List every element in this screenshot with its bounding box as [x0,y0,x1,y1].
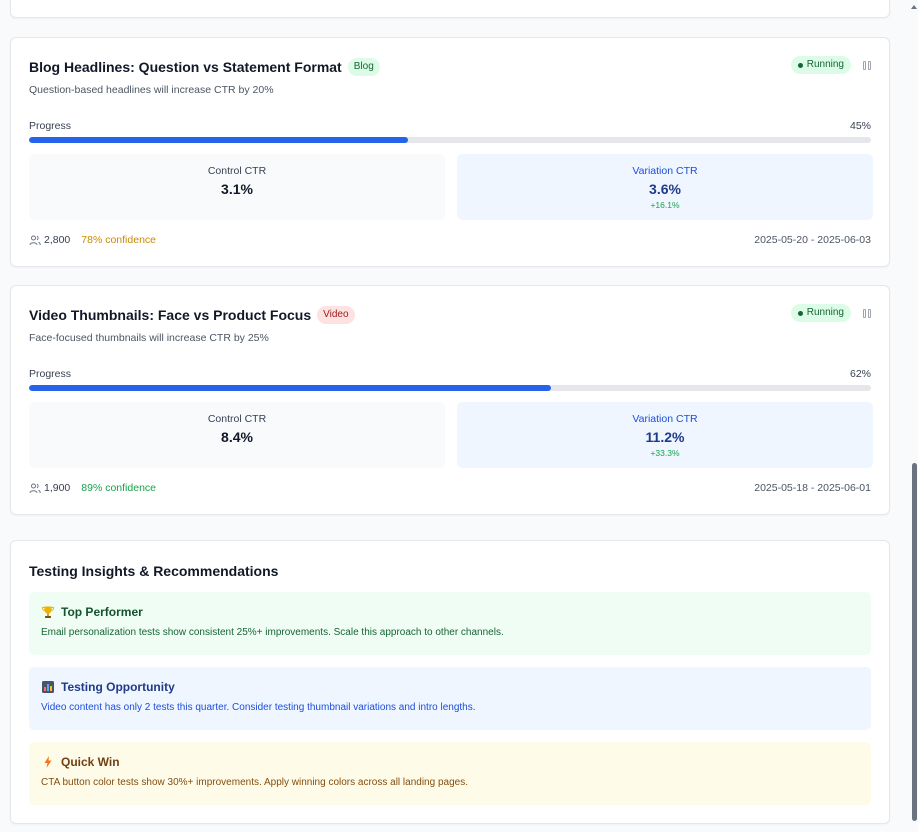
variation-metric: Variation CTR 3.6% +16.1% [457,154,873,220]
trophy-icon [41,606,55,618]
insight-quick-win: Quick Win CTA button color tests show 30… [29,742,871,805]
variation-value: 11.2% [645,429,685,445]
insight-heading-row: Testing Opportunity [41,680,859,694]
insight-top-performer: Top Performer Email personalization test… [29,592,871,655]
progress-bar [29,385,871,391]
test-stats: 1,900 89% confidence [29,482,156,494]
control-label: Control CTR [207,413,267,425]
participant-count: 1,900 [44,482,71,494]
lift-value: +33.3% [650,448,680,458]
progress-label: Progress [29,120,72,132]
confidence-label: 89% confidence [81,482,157,494]
scroll-up-arrow-icon[interactable] [910,0,918,14]
status-label: Running [806,307,844,318]
hypothesis: Question-based headlines will increase C… [29,84,274,96]
insight-testing-opportunity: Testing Opportunity Video content has on… [29,667,871,730]
test-card-video: Video Thumbnails: Face vs Product Focus … [10,285,890,515]
variation-label: Variation CTR [632,413,698,425]
progress-fill [29,137,408,143]
control-label: Control CTR [207,165,267,177]
pause-icon[interactable] [863,308,871,318]
test-title: Blog Headlines: Question vs Statement Fo… [29,59,342,75]
control-metric: Control CTR 3.1% [29,154,445,220]
test-stats: 2,800 78% confidence [29,234,156,246]
insight-heading: Top Performer [61,605,143,619]
control-value: 8.4% [221,429,253,445]
test-title: Video Thumbnails: Face vs Product Focus [29,307,312,323]
bar-chart-icon [42,681,54,693]
users-icon [29,235,41,245]
insight-body: Email personalization tests show consist… [41,627,504,638]
status-area: Running [790,56,871,74]
control-metric: Control CTR 8.4% [29,402,445,468]
insights-card: Testing Insights & Recommendations Top P… [10,540,890,824]
category-tag: Video [317,306,355,324]
lift-value: +16.1% [650,200,680,210]
hypothesis: Face-focused thumbnails will increase CT… [29,332,269,344]
progress-label: Progress [29,368,72,380]
insight-heading-row: Top Performer [41,605,859,619]
pause-icon[interactable] [863,60,871,70]
test-title-row: Video Thumbnails: Face vs Product Focus … [29,306,355,324]
lightning-icon [44,756,52,768]
insights-title: Testing Insights & Recommendations [29,563,279,579]
status-dot-icon [797,62,803,68]
status-label: Running [806,59,844,70]
insight-body: Video content has only 2 tests this quar… [41,702,476,713]
status-badge: Running [790,304,851,322]
users-icon [29,483,41,493]
confidence-label: 78% confidence [81,234,157,246]
insight-heading-row: Quick Win [41,755,859,769]
previous-test-card [10,0,890,18]
insight-heading: Quick Win [61,755,120,769]
test-title-row: Blog Headlines: Question vs Statement Fo… [29,58,380,76]
progress-fill [29,385,552,391]
progress-value: 62% [849,368,871,380]
control-value: 3.1% [221,181,253,197]
category-tag: Blog [347,58,380,76]
participant-count: 2,800 [44,234,71,246]
insight-body: CTA button color tests show 30%+ improve… [41,777,468,788]
variation-value: 3.6% [649,181,681,197]
date-range: 2025-05-20 - 2025-06-03 [754,234,871,246]
variation-label: Variation CTR [632,165,698,177]
progress-value: 45% [849,120,871,132]
test-card-blog: Blog Headlines: Question vs Statement Fo… [10,37,890,267]
variation-metric: Variation CTR 11.2% +33.3% [457,402,873,468]
status-badge: Running [790,56,851,74]
date-range: 2025-05-18 - 2025-06-01 [754,482,871,494]
progress-bar [29,137,871,143]
status-dot-icon [797,310,803,316]
insight-heading: Testing Opportunity [61,680,175,694]
status-area: Running [790,304,871,322]
scrollbar-thumb[interactable] [912,463,917,821]
